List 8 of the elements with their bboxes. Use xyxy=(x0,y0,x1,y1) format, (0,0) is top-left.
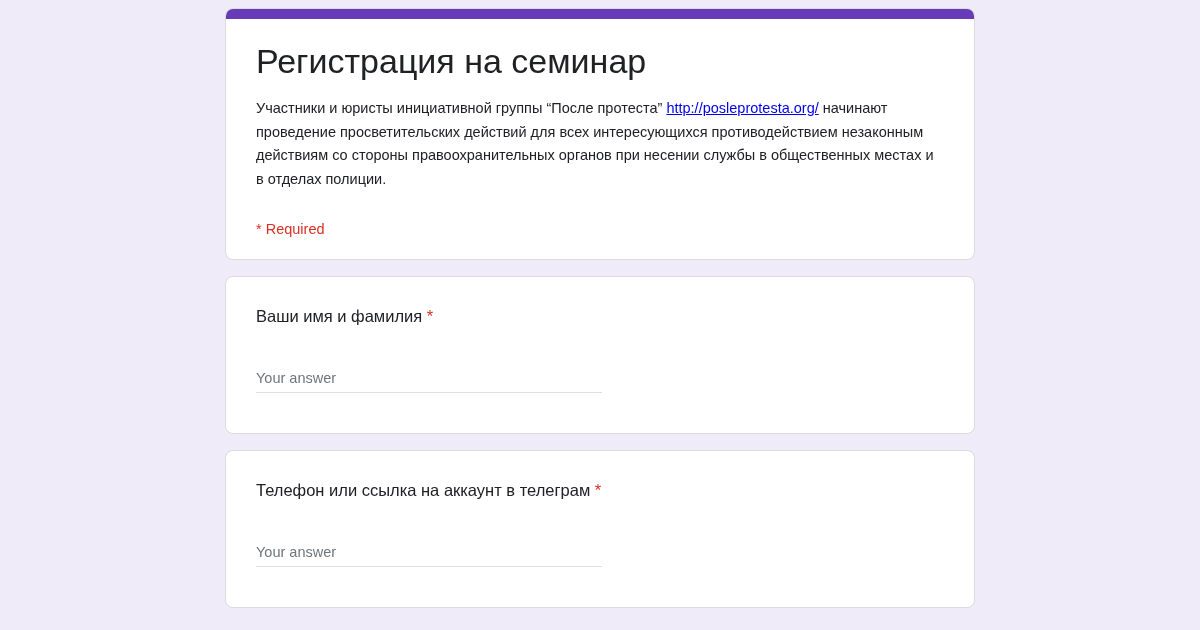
question-title: Ваши имя и фамилия * xyxy=(256,307,435,326)
required-asterisk: * xyxy=(594,481,602,499)
required-note: * Required xyxy=(256,221,326,237)
question-title: Телефон или ссылка на аккаунт в телеграм * xyxy=(256,481,603,500)
required-asterisk: * xyxy=(426,307,434,325)
form-description: Участники и юристы инициативной группы “После протеста” http://posleprotesta.org/ начинают проведение просветительских действий для всех интересующихся противодействием незаконным действиям со стороны правоохранительных органов при несении службы в общественных местах и в отделах полиции. xyxy=(256,99,935,189)
form-title: Регистрация на семинар xyxy=(256,41,648,82)
website-link[interactable]: http://posleprotesta.org/ xyxy=(666,100,819,116)
